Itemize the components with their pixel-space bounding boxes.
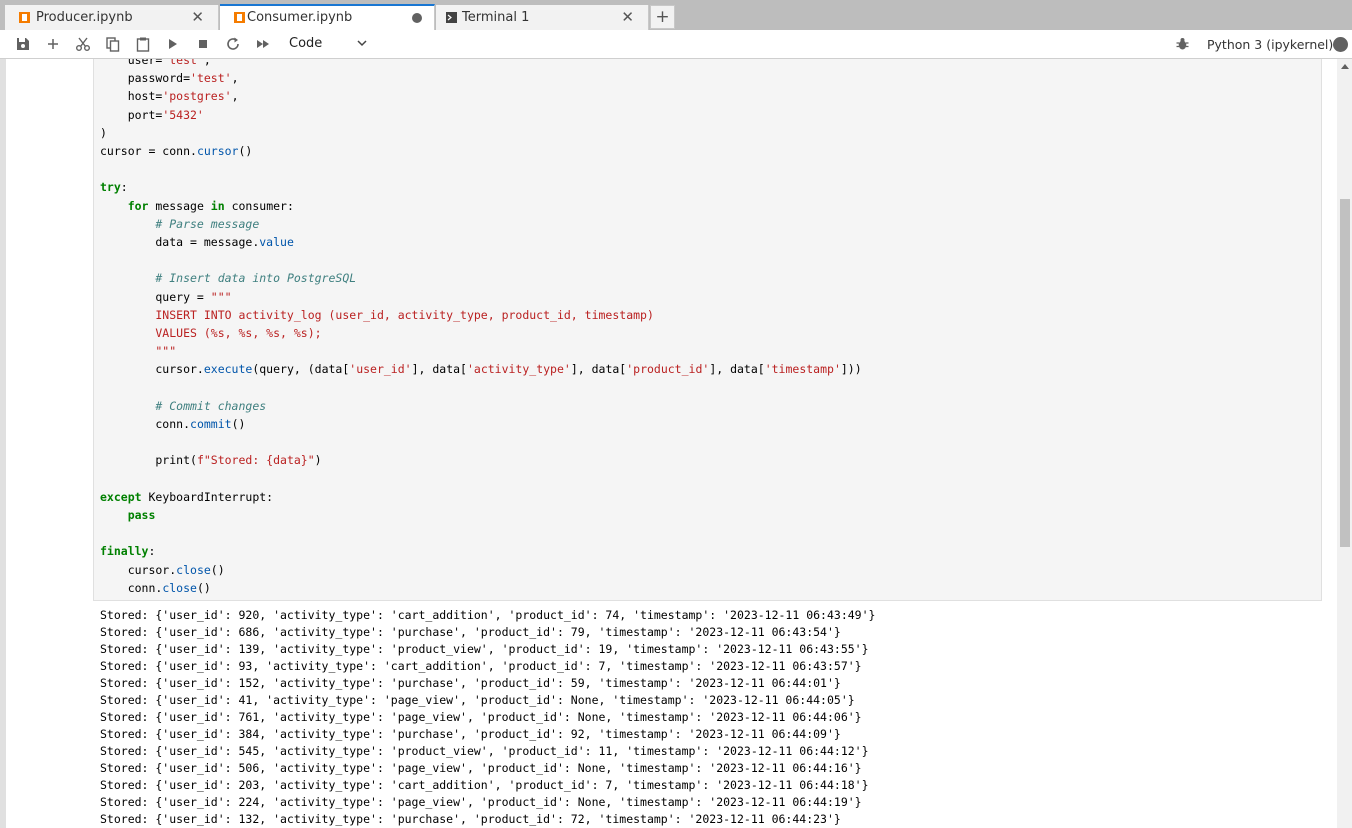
tab-terminal[interactable]: Terminal 1 ✕ xyxy=(436,5,649,30)
close-icon[interactable]: ✕ xyxy=(191,8,204,26)
scroll-up-arrow-icon[interactable] xyxy=(1341,64,1349,69)
paste-icon[interactable] xyxy=(135,36,151,52)
terminal-icon xyxy=(446,12,457,23)
unsaved-dot-icon[interactable] xyxy=(412,13,422,23)
notebook-icon xyxy=(234,12,245,23)
cell-output: Stored: {'user_id': 920, 'activity_type'… xyxy=(100,608,876,826)
kernel-status-icon xyxy=(1333,37,1348,52)
cut-icon[interactable] xyxy=(75,36,91,52)
tab-bar: Producer.ipynb ✕ Consumer.ipynb Terminal… xyxy=(0,0,1352,30)
run-icon[interactable] xyxy=(165,36,181,52)
save-icon[interactable] xyxy=(15,36,31,52)
vertical-scrollbar[interactable] xyxy=(1337,59,1352,828)
tab-producer[interactable]: Producer.ipynb ✕ xyxy=(5,5,219,30)
tab-label: Consumer.ipynb xyxy=(247,10,353,25)
copy-icon[interactable] xyxy=(105,36,121,52)
stop-icon[interactable] xyxy=(195,36,211,52)
scrollbar-thumb[interactable] xyxy=(1340,199,1350,547)
notebook-icon xyxy=(19,12,30,23)
debugger-bug-icon[interactable] xyxy=(1176,37,1189,51)
notebook-toolbar: Code Python 3 (ipykernel) xyxy=(0,30,1352,59)
tab-consumer[interactable]: Consumer.ipynb xyxy=(220,4,435,30)
restart-icon[interactable] xyxy=(225,36,241,52)
code-editor[interactable]: user='test', password='test', host='post… xyxy=(100,59,862,597)
notebook-panel: user='test', password='test', host='post… xyxy=(0,59,1352,828)
chevron-down-icon[interactable] xyxy=(357,39,367,47)
tab-label: Terminal 1 xyxy=(462,10,530,25)
fast-forward-icon[interactable] xyxy=(255,36,271,52)
tab-label: Producer.ipynb xyxy=(36,10,133,25)
left-gutter xyxy=(0,59,6,828)
add-cell-icon[interactable] xyxy=(45,36,61,52)
plus-icon: + xyxy=(655,7,670,27)
new-tab-button[interactable]: + xyxy=(650,5,675,29)
cell-type-select[interactable]: Code xyxy=(289,36,322,51)
close-icon[interactable]: ✕ xyxy=(621,8,634,26)
kernel-name[interactable]: Python 3 (ipykernel) xyxy=(1207,37,1333,52)
